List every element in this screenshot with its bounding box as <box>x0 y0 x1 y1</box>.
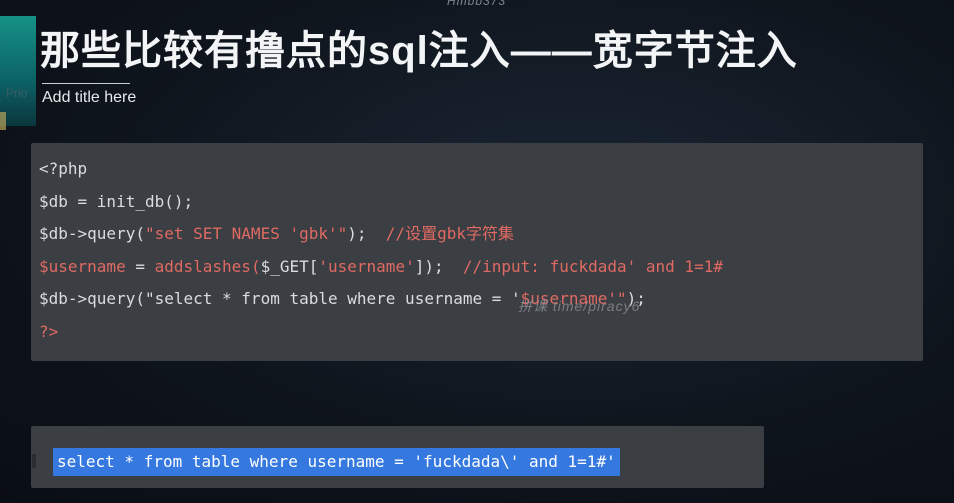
code-token: $username <box>39 256 126 276</box>
code-token: ); <box>347 224 386 243</box>
cursor-mark <box>32 454 36 468</box>
code-line: $db = init_db(); <box>39 186 723 219</box>
code-token: $_GET[ <box>260 256 319 276</box>
code-line: $db->query("set SET NAMES 'gbk'"); //设置g… <box>39 218 723 251</box>
code-token: "set SET NAMES 'gbk'" <box>144 224 348 243</box>
code-token: = <box>125 256 155 276</box>
code-token: ]); <box>414 256 463 276</box>
code-line: $username = addslashes($_GET['username']… <box>39 251 723 284</box>
code-line: <?php <box>39 153 723 186</box>
code-token: "select * from table where username = ' <box>144 289 521 308</box>
code-line: ?> <box>39 316 723 349</box>
code-token: <?php <box>39 159 88 178</box>
code-token: $db->query( <box>39 289 145 308</box>
selected-query-text[interactable]: select * from table where username = 'fu… <box>53 448 620 476</box>
title-underline <box>42 83 130 84</box>
slide-title: 那些比较有撸点的sql注入——宽字节注入 <box>40 29 798 73</box>
ghost-text: Prio <box>6 86 28 100</box>
code-block: <?php $db = init_db(); $db->query("set SET… <box>39 153 723 348</box>
code-token: //设置gbk字符集 <box>385 224 514 243</box>
watermark-mid: 拼课 time/piracy6 <box>518 298 641 314</box>
slide-subtitle: Add title here <box>42 89 137 106</box>
code-token: $db = init_db(); <box>39 191 194 211</box>
code-token: addslashes( <box>154 256 261 276</box>
code-token: $db->query( <box>39 224 145 243</box>
watermark-top: Hmbb373 <box>447 0 507 8</box>
code-token: ?> <box>39 321 59 341</box>
accent-mark <box>0 112 6 130</box>
code-token: 'username' <box>318 256 415 276</box>
accent-bar <box>0 16 36 126</box>
code-token: //input: fuckdada' and 1=1# <box>462 256 723 276</box>
